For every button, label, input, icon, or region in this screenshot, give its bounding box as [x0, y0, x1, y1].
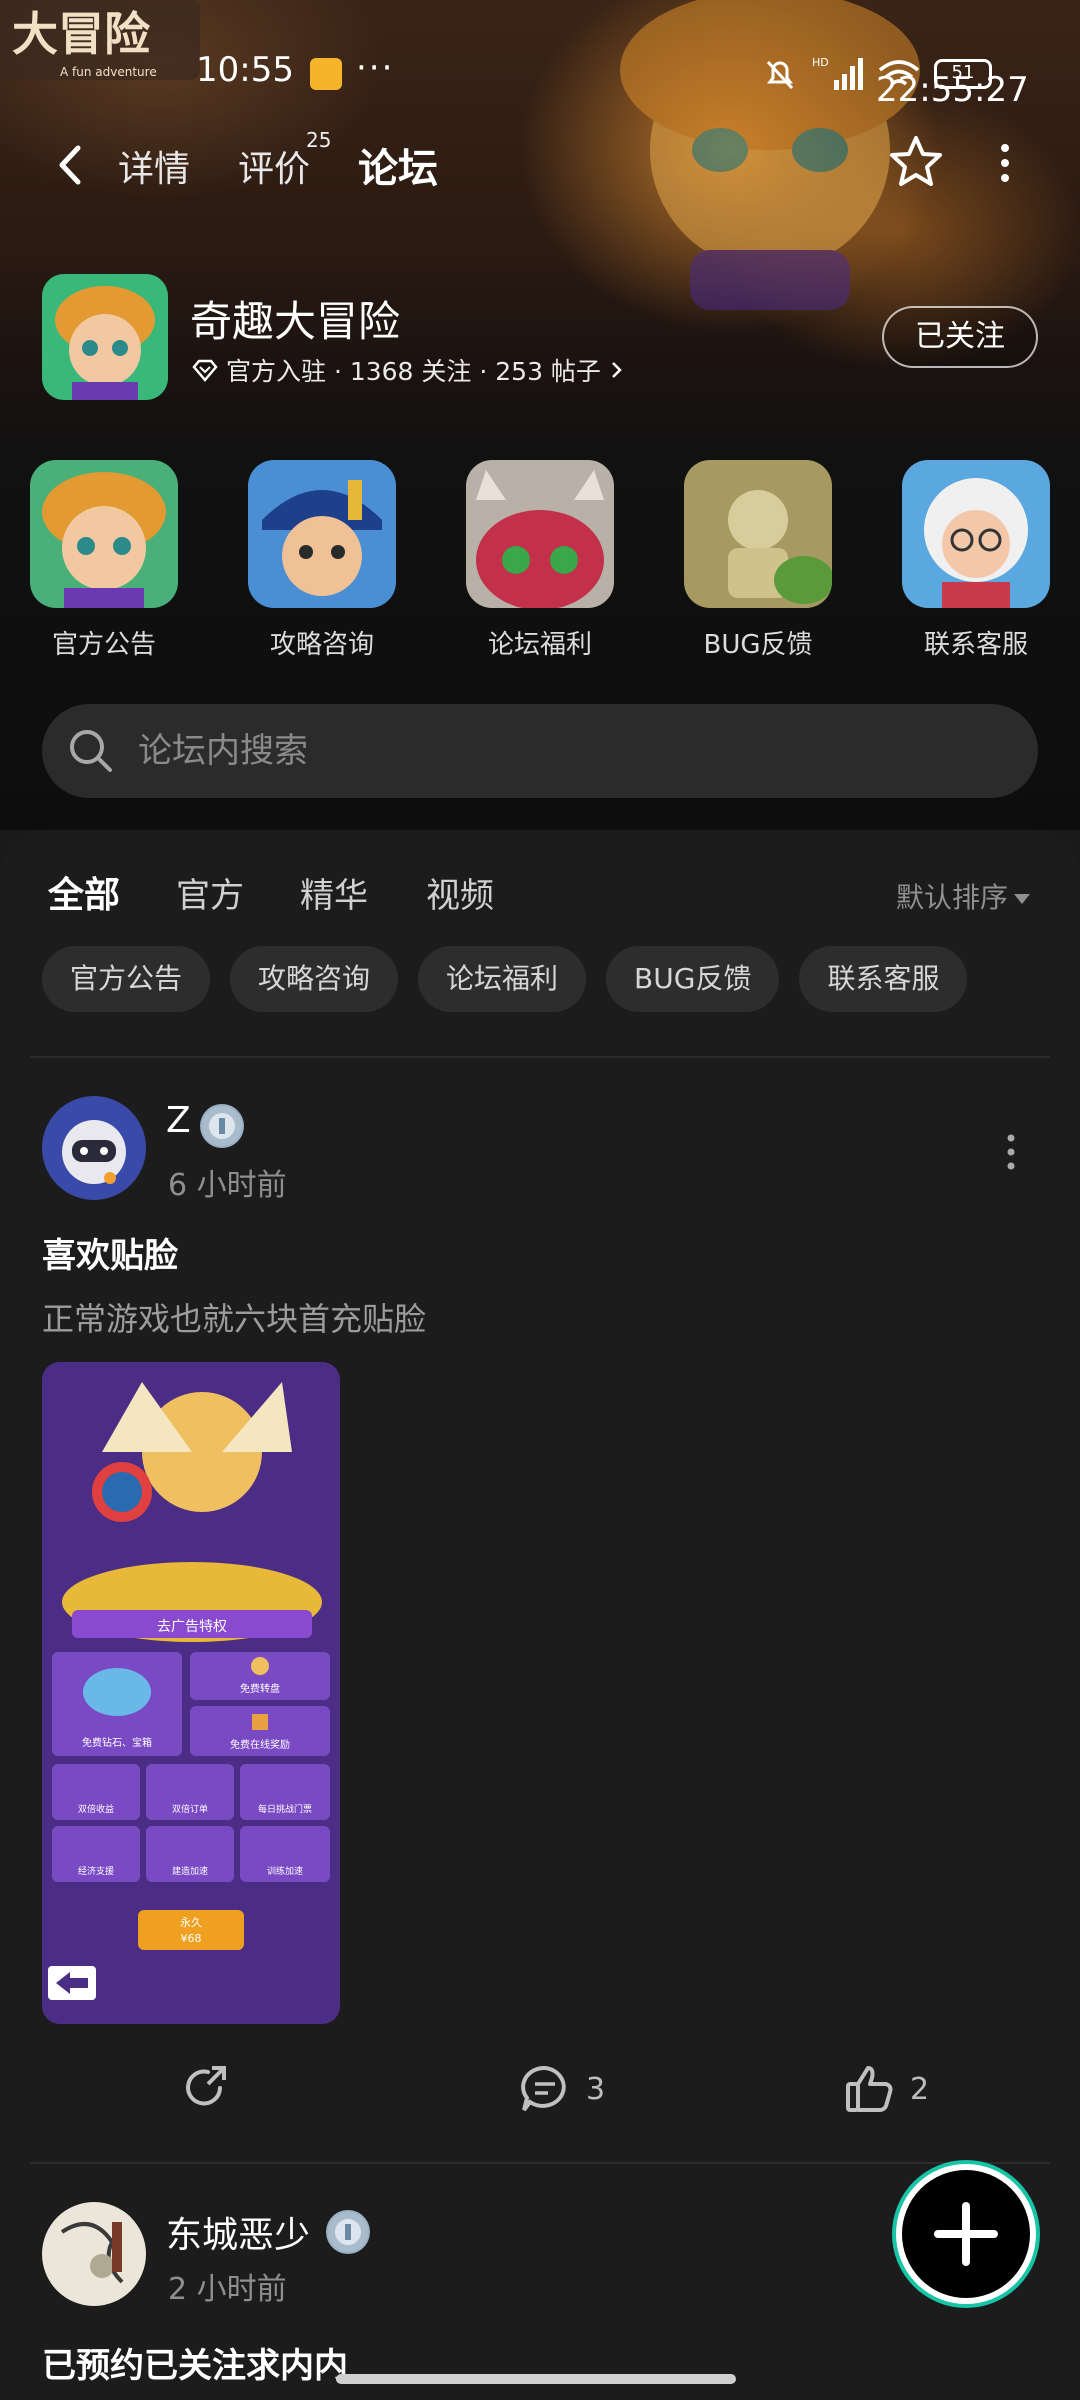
post-body[interactable]: 正常游戏也就六块首充贴脸	[42, 1294, 426, 1340]
more-vertical-icon[interactable]	[990, 138, 1020, 188]
pirate-captain-icon	[248, 460, 396, 608]
svg-text:¥68: ¥68	[181, 1932, 202, 1945]
professor-icon	[902, 460, 1050, 608]
mute-bell-icon	[766, 60, 794, 90]
forum-feed: 全部 官方 精华 视频 默认排序 官方公告 攻略咨询 论坛福利 BUG反馈 联系…	[0, 830, 1080, 2400]
svg-text:永久: 永久	[180, 1915, 202, 1929]
comment-button[interactable]: 3	[518, 2062, 605, 2116]
svg-text:经济支援: 经济支援	[78, 1865, 114, 1877]
diamond-verified-icon	[192, 359, 218, 382]
tab-reviews[interactable]: 评价	[238, 140, 310, 192]
tab-forum[interactable]: 论坛	[352, 136, 444, 196]
sort-label: 默认排序	[896, 881, 1009, 914]
announcement-hero-icon	[30, 460, 178, 608]
chip-announcements[interactable]: 官方公告	[42, 946, 211, 1012]
feed-tab-featured[interactable]: 精华	[300, 868, 368, 917]
more-vertical-icon[interactable]	[1004, 1132, 1018, 1172]
signal-icon: HD	[812, 56, 863, 90]
star-icon[interactable]	[888, 134, 944, 190]
post-image[interactable]: 去广告特权 免费钻石、宝箱 免费转盘 免费在线奖励 双倍收益 双倍订单 每日挑战…	[42, 1362, 340, 2024]
svg-text:去广告特权: 去广告特权	[157, 1619, 227, 1635]
status-clock: 22:55:27	[876, 70, 1029, 110]
post-author[interactable]: Z	[166, 1100, 191, 1141]
category-announcements[interactable]: 官方公告	[24, 460, 184, 661]
svg-text:免费在线奖励: 免费在线奖励	[230, 1738, 290, 1751]
top-nav: 详情 评价 25 论坛	[0, 120, 1080, 210]
chip-bug-report[interactable]: BUG反馈	[606, 946, 780, 1012]
like-button[interactable]: 2	[842, 2062, 929, 2116]
svg-text:HD: HD	[812, 56, 829, 69]
chip-support[interactable]: 联系客服	[799, 946, 968, 1012]
svg-text:免费转盘: 免费转盘	[240, 1682, 280, 1695]
category-support[interactable]: 联系客服	[896, 460, 1056, 661]
avatar[interactable]	[42, 1096, 146, 1200]
thumbs-up-icon	[846, 2066, 893, 2112]
feed-tab-official[interactable]: 官方	[176, 868, 244, 917]
caret-down-icon	[1014, 894, 1031, 904]
post-time: 2 小时前	[168, 2272, 287, 2307]
share-button[interactable]	[180, 2062, 234, 2116]
svg-text:免费钻石、宝箱: 免费钻石、宝箱	[82, 1736, 152, 1749]
chip-strategy[interactable]: 攻略咨询	[230, 946, 399, 1012]
chevron-right-icon	[612, 362, 622, 378]
notification-app-icon	[310, 58, 342, 90]
sort-dropdown[interactable]: 默认排序	[896, 876, 1031, 916]
new-post-button[interactable]	[896, 2164, 1036, 2304]
divider	[30, 1056, 1050, 1058]
avatar[interactable]	[42, 2202, 146, 2306]
category-label: BUG反馈	[703, 630, 813, 660]
feed-tab-video[interactable]: 视频	[426, 868, 494, 917]
chip-benefits[interactable]: 论坛福利	[418, 946, 587, 1012]
plus-icon	[934, 2202, 998, 2266]
chevron-left-icon[interactable]	[50, 140, 90, 190]
follow-button[interactable]: 已关注	[882, 306, 1038, 368]
user-level-badge-icon	[200, 1104, 244, 1148]
forum-search-bar[interactable]	[42, 704, 1038, 798]
divider	[30, 2162, 1050, 2164]
game-app-icon[interactable]	[42, 274, 168, 400]
category-shortcuts: 官方公告 攻略咨询 论坛福利 BUG反馈 联系客服	[0, 460, 1080, 670]
post-title[interactable]: 喜欢贴脸	[42, 1228, 178, 1277]
home-indicator[interactable]	[336, 2374, 736, 2384]
status-more-dots: ···	[356, 48, 395, 88]
comment-icon	[521, 2065, 566, 2112]
post-time: 6 小时前	[168, 1168, 287, 1203]
tab-details[interactable]: 详情	[118, 140, 190, 192]
feed-tabs: 全部 官方 精华 视频 默认排序	[0, 862, 1080, 932]
category-benefits[interactable]: 论坛福利	[460, 460, 620, 661]
svg-text:训练加速: 训练加速	[267, 1865, 303, 1877]
reviews-count-badge: 25	[306, 128, 332, 152]
category-strategy[interactable]: 攻略咨询	[242, 460, 402, 661]
comment-count: 3	[586, 2071, 606, 2107]
game-stats-text: 官方入驻 · 1368 关注 · 253 帖子	[226, 357, 601, 386]
category-label: 论坛福利	[487, 630, 592, 660]
statue-icon	[684, 460, 834, 608]
category-bug-report[interactable]: BUG反馈	[678, 460, 838, 661]
filter-chips: 官方公告 攻略咨询 论坛福利 BUG反馈 联系客服	[42, 946, 968, 1012]
user-level-badge-icon	[326, 2210, 370, 2254]
svg-text:双倍收益: 双倍收益	[78, 1803, 114, 1815]
status-time: 10:55	[196, 50, 294, 90]
like-count: 2	[910, 2071, 930, 2107]
game-stats[interactable]: 官方入驻 · 1368 关注 · 253 帖子	[192, 352, 625, 388]
status-bar: 10:55 ··· HD 51 22:55:27	[0, 0, 1080, 130]
category-label: 攻略咨询	[269, 630, 374, 660]
post-title[interactable]: 已预约已关注求内内	[42, 2338, 348, 2387]
post-author[interactable]: 东城恶少	[166, 2206, 310, 2258]
svg-text:每日挑战门票: 每日挑战门票	[258, 1803, 312, 1815]
svg-text:双倍订单: 双倍订单	[172, 1803, 208, 1815]
feed-tab-all[interactable]: 全部	[48, 866, 120, 922]
svg-text:建造加速: 建造加速	[172, 1865, 208, 1877]
search-input[interactable]	[138, 704, 998, 798]
share-icon	[186, 2066, 226, 2106]
game-title: 奇趣大冒险	[190, 297, 401, 346]
dragon-monster-icon	[466, 460, 614, 610]
search-icon	[70, 730, 112, 772]
category-label: 联系客服	[923, 630, 1028, 660]
category-label: 官方公告	[51, 630, 156, 660]
